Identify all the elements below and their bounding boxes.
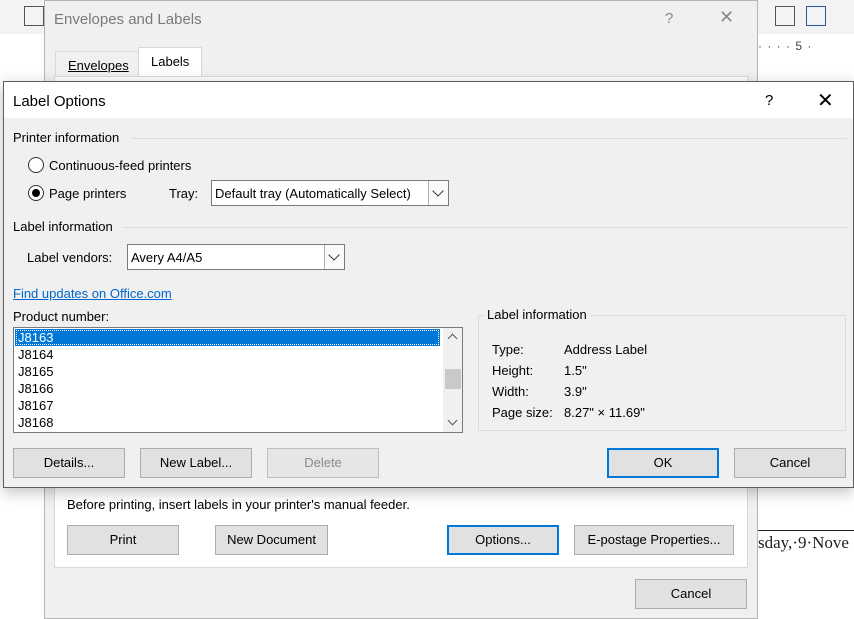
product-number-list[interactable]: J8163 J8164 J8165 J8166 J8167 J8168 [13,327,463,433]
vertical-scrollbar[interactable] [443,328,462,432]
dialog-title: Label Options [13,93,106,110]
info-type-value: Address Label [564,342,648,357]
continuous-feed-radio[interactable] [28,157,44,173]
label-info-panel: Type: Address Label Height: 1.5" Width: … [478,315,846,431]
tray-dropdown[interactable]: Default tray (Automatically Select) [211,180,449,206]
close-icon[interactable]: ✕ [719,7,734,28]
options-button[interactable]: Options... [447,525,559,555]
help-icon[interactable]: ? [665,10,673,27]
list-item[interactable]: J8163 [15,329,440,346]
product-number-label: Product number: [13,309,110,324]
document-icon[interactable] [806,6,826,26]
feeder-note: Before printing, insert labels in your p… [67,497,410,512]
label-vendors-value: Avery A4/A5 [131,250,203,265]
info-pagesize-key: Page size: [492,405,553,420]
grid-icon[interactable] [24,6,44,26]
tray-value: Default tray (Automatically Select) [215,186,411,201]
list-item[interactable]: J8168 [15,414,440,431]
list-item[interactable]: J8165 [15,363,440,380]
tray-label: Tray: [169,186,199,201]
scroll-down-icon[interactable] [443,414,462,432]
document-text: sday,·9·Nove [758,533,849,552]
info-type-key: Type: [492,342,524,357]
find-updates-link[interactable]: Find updates on Office.com [13,286,172,301]
list-item[interactable]: J8164 [15,346,440,363]
scroll-up-icon[interactable] [443,328,462,346]
section-divider [132,138,847,139]
tab-envelopes-label: Envelopes [68,58,129,73]
title-bar [4,82,853,118]
continuous-feed-label[interactable]: Continuous-feed printers [49,158,191,173]
info-pagesize-value: 8.27" × 11.69" [564,405,645,420]
scroll-thumb[interactable] [445,369,461,389]
help-icon[interactable]: ? [765,92,773,109]
print-button[interactable]: Print [67,525,179,555]
list-item[interactable]: J8167 [15,397,440,414]
printer-info-heading: Printer information [13,130,120,145]
label-options-dialog: Label Options ? ✕ Printer information Co… [3,81,854,488]
page-printers-radio[interactable] [28,185,44,201]
tab-envelopes[interactable]: Envelopes [55,51,142,79]
label-vendors-dropdown[interactable]: Avery A4/A5 [127,244,345,270]
close-icon[interactable]: ✕ [817,88,834,113]
label-info-heading: Label information [13,219,113,234]
env-cancel-button[interactable]: Cancel [635,579,747,609]
details-button[interactable]: Details... [13,448,125,478]
cancel-button[interactable]: Cancel [734,448,846,478]
ok-button[interactable]: OK [607,448,719,478]
info-height-key: Height: [492,363,534,378]
list-item[interactable]: J8166 [15,380,440,397]
tab-labels-label: Labels [151,54,190,69]
page-printers-label[interactable]: Page printers [49,186,126,201]
tab-labels[interactable]: Labels [138,47,203,77]
new-document-button[interactable]: New Document [215,525,328,555]
doc-divider [756,530,854,531]
dialog-title: Envelopes and Labels [54,11,202,28]
delete-button[interactable]: Delete [267,448,379,478]
ruler: · · · · 5 · [758,36,854,56]
info-width-value: 3.9" [564,384,587,399]
section-divider [122,227,847,228]
chevron-down-icon[interactable] [324,245,344,269]
new-label-button[interactable]: New Label... [140,448,252,478]
print-preview-icon[interactable] [775,6,795,26]
info-height-value: 1.5" [564,363,587,378]
info-panel-heading: Label information [484,307,590,322]
info-width-key: Width: [492,384,529,399]
epostage-properties-button[interactable]: E-postage Properties... [574,525,734,555]
chevron-down-icon[interactable] [428,181,448,205]
label-vendors-label: Label vendors: [27,250,113,265]
